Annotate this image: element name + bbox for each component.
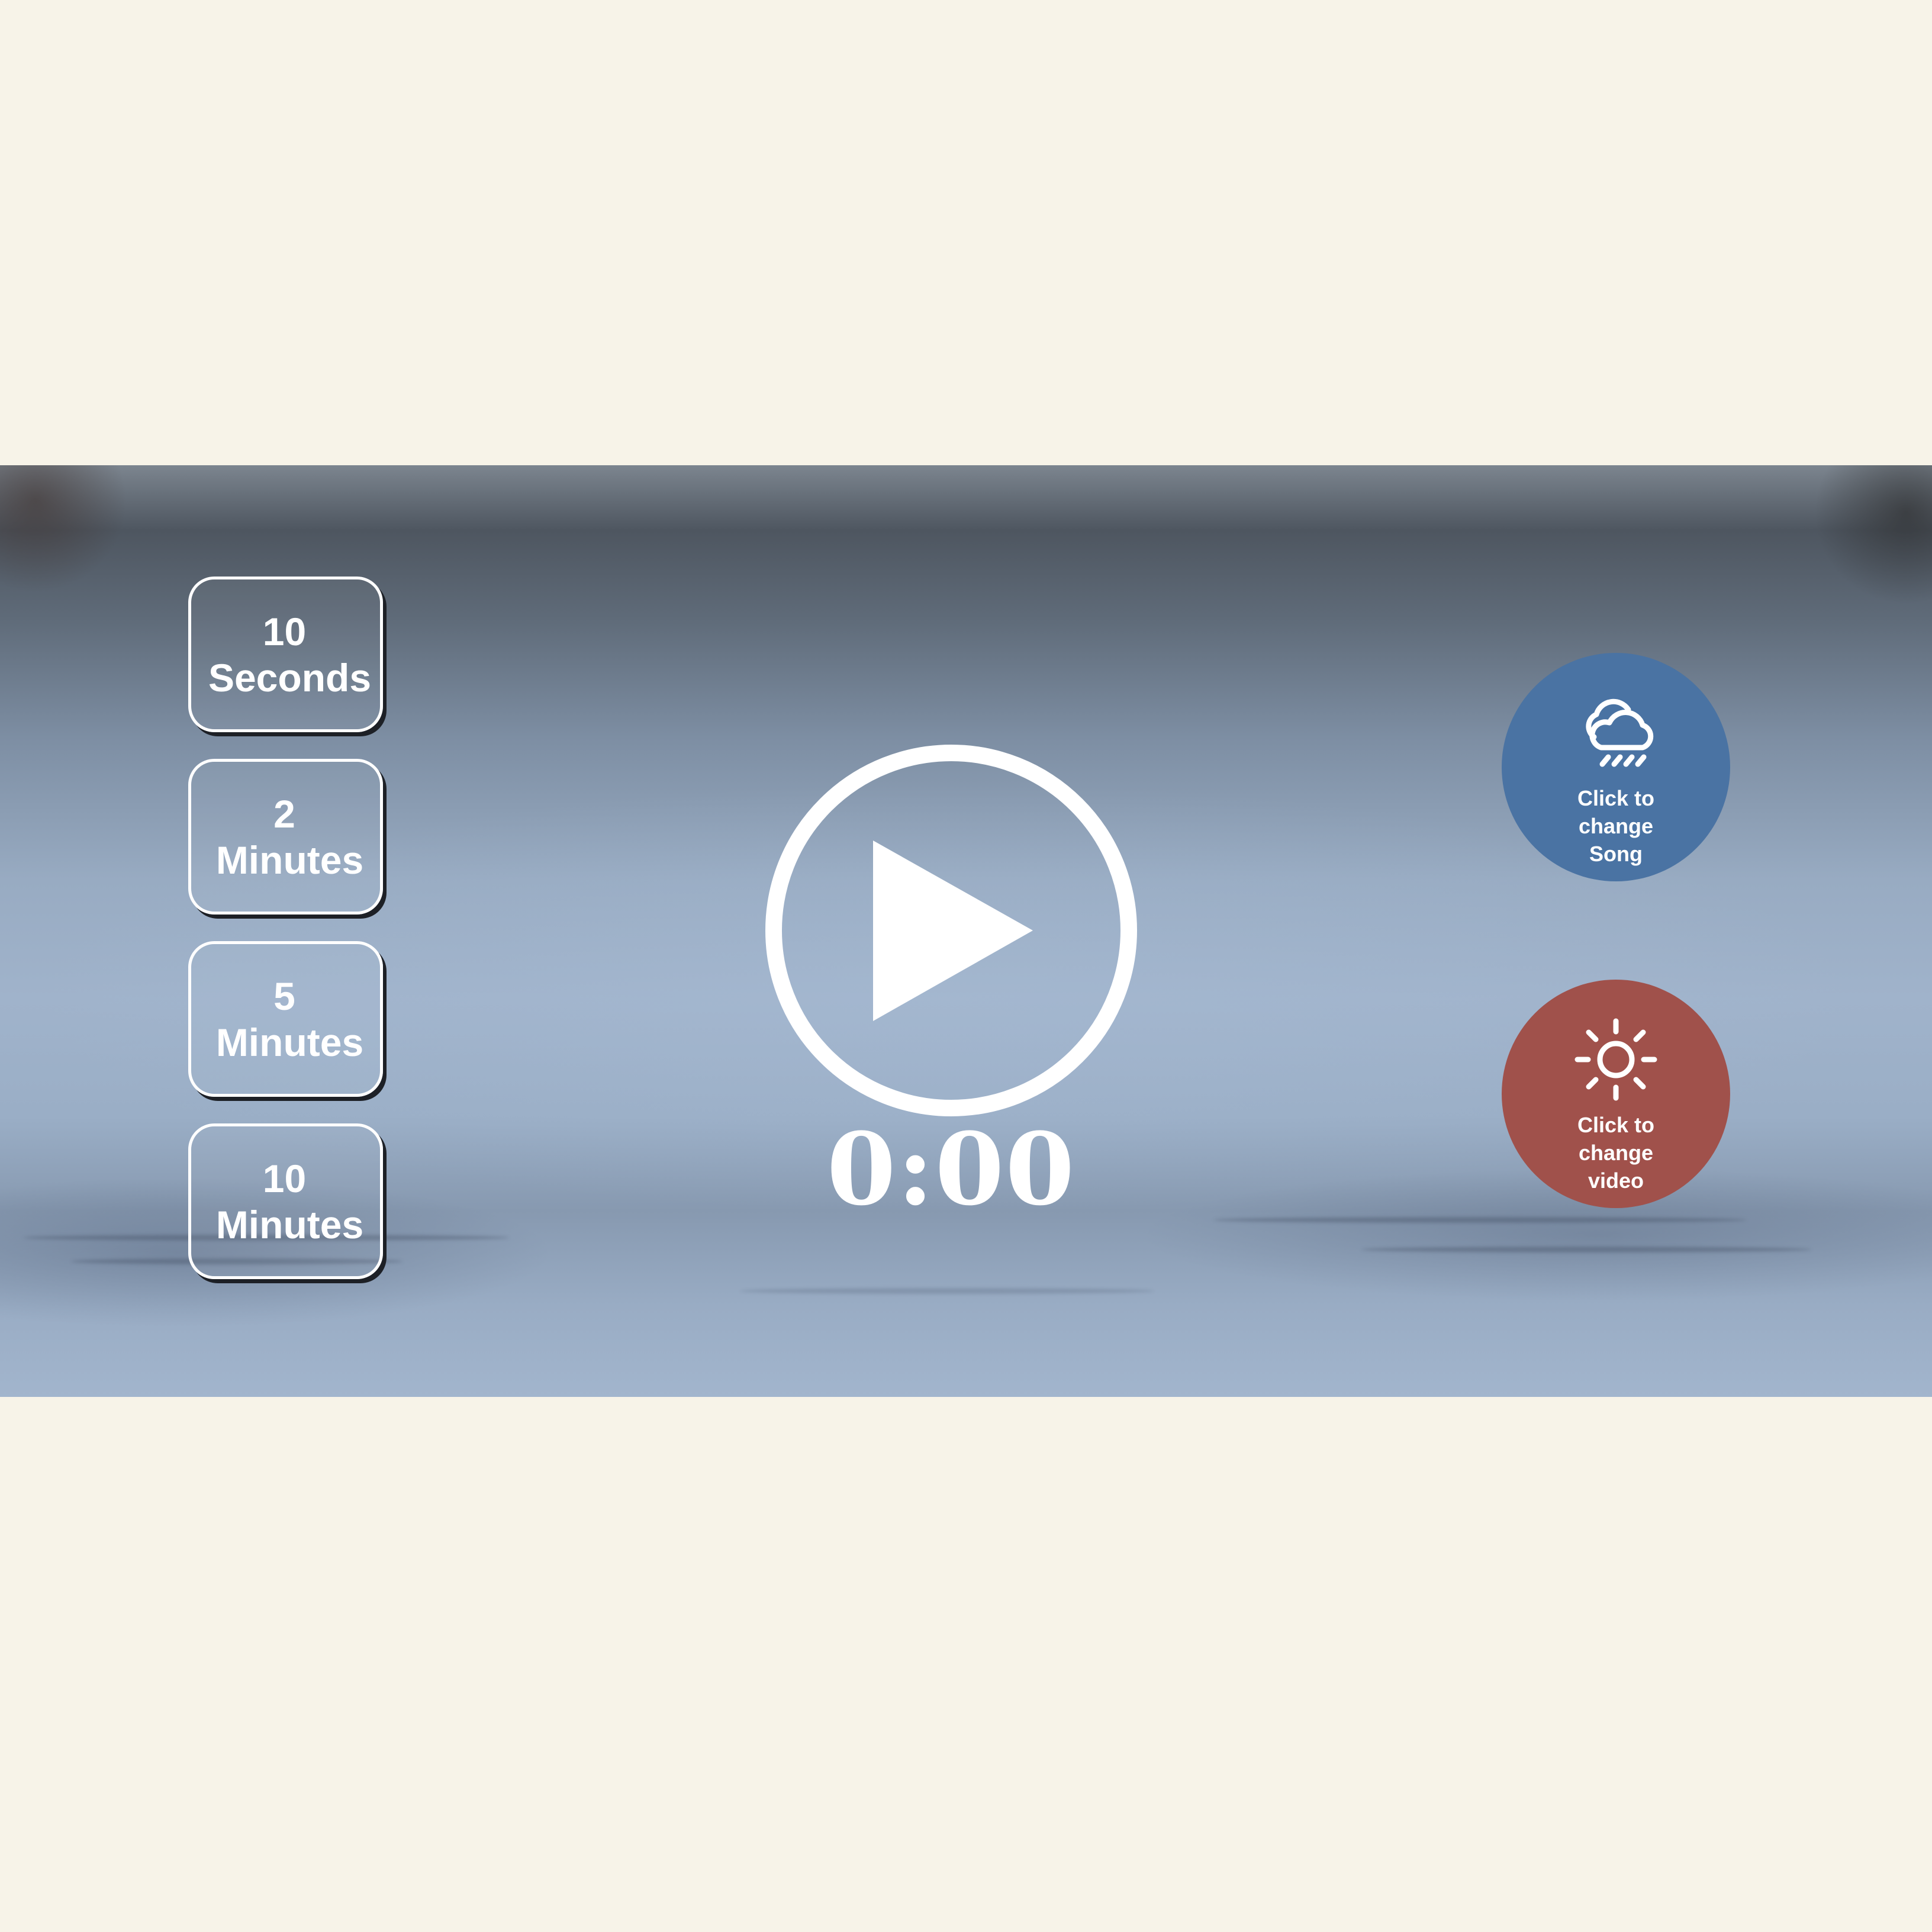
change-video-button[interactable]: Click to change video xyxy=(1502,980,1730,1208)
label-line: Song xyxy=(1589,842,1643,866)
play-button[interactable] xyxy=(764,743,1139,1118)
label-line: video xyxy=(1588,1168,1644,1193)
label-line: Click to xyxy=(1577,1113,1655,1137)
water-ripple xyxy=(1361,1247,1811,1252)
cloud-rain-icon xyxy=(1586,698,1654,767)
duration-unit: Minutes xyxy=(215,1020,364,1064)
duration-unit: Minutes xyxy=(215,838,364,882)
label-line: change xyxy=(1578,1141,1654,1165)
duration-value: 5 xyxy=(273,974,295,1018)
label-line: change xyxy=(1578,814,1654,838)
sun-icon xyxy=(1574,1018,1657,1101)
timer-display: 0:00 xyxy=(826,1110,1076,1228)
duration-value: 10 xyxy=(262,609,307,653)
duration-button-10-seconds[interactable]: 10 Seconds xyxy=(188,577,383,732)
duration-value: 10 xyxy=(262,1156,307,1200)
change-video-label: Click to change video xyxy=(1519,1111,1712,1194)
duration-unit: Minutes xyxy=(215,1202,364,1247)
water-ripple xyxy=(740,1288,1154,1294)
change-song-label: Click to change Song xyxy=(1519,784,1712,868)
label-line: Click to xyxy=(1577,786,1655,810)
duration-button-5-minutes[interactable]: 5 Minutes xyxy=(188,941,383,1097)
duration-button-10-minutes[interactable]: 10 Minutes xyxy=(188,1123,383,1279)
duration-options: 10 Seconds 2 Minutes 5 Minutes 10 Minute… xyxy=(188,577,387,1306)
page: 10 Seconds 2 Minutes 5 Minutes 10 Minute… xyxy=(0,0,1932,1932)
water-ripple xyxy=(1213,1217,1746,1223)
duration-unit: Seconds xyxy=(208,655,372,700)
play-icon xyxy=(765,745,1137,1116)
change-song-button[interactable]: Click to change Song xyxy=(1502,653,1730,881)
duration-value: 2 xyxy=(273,791,295,836)
duration-button-2-minutes[interactable]: 2 Minutes xyxy=(188,759,383,915)
